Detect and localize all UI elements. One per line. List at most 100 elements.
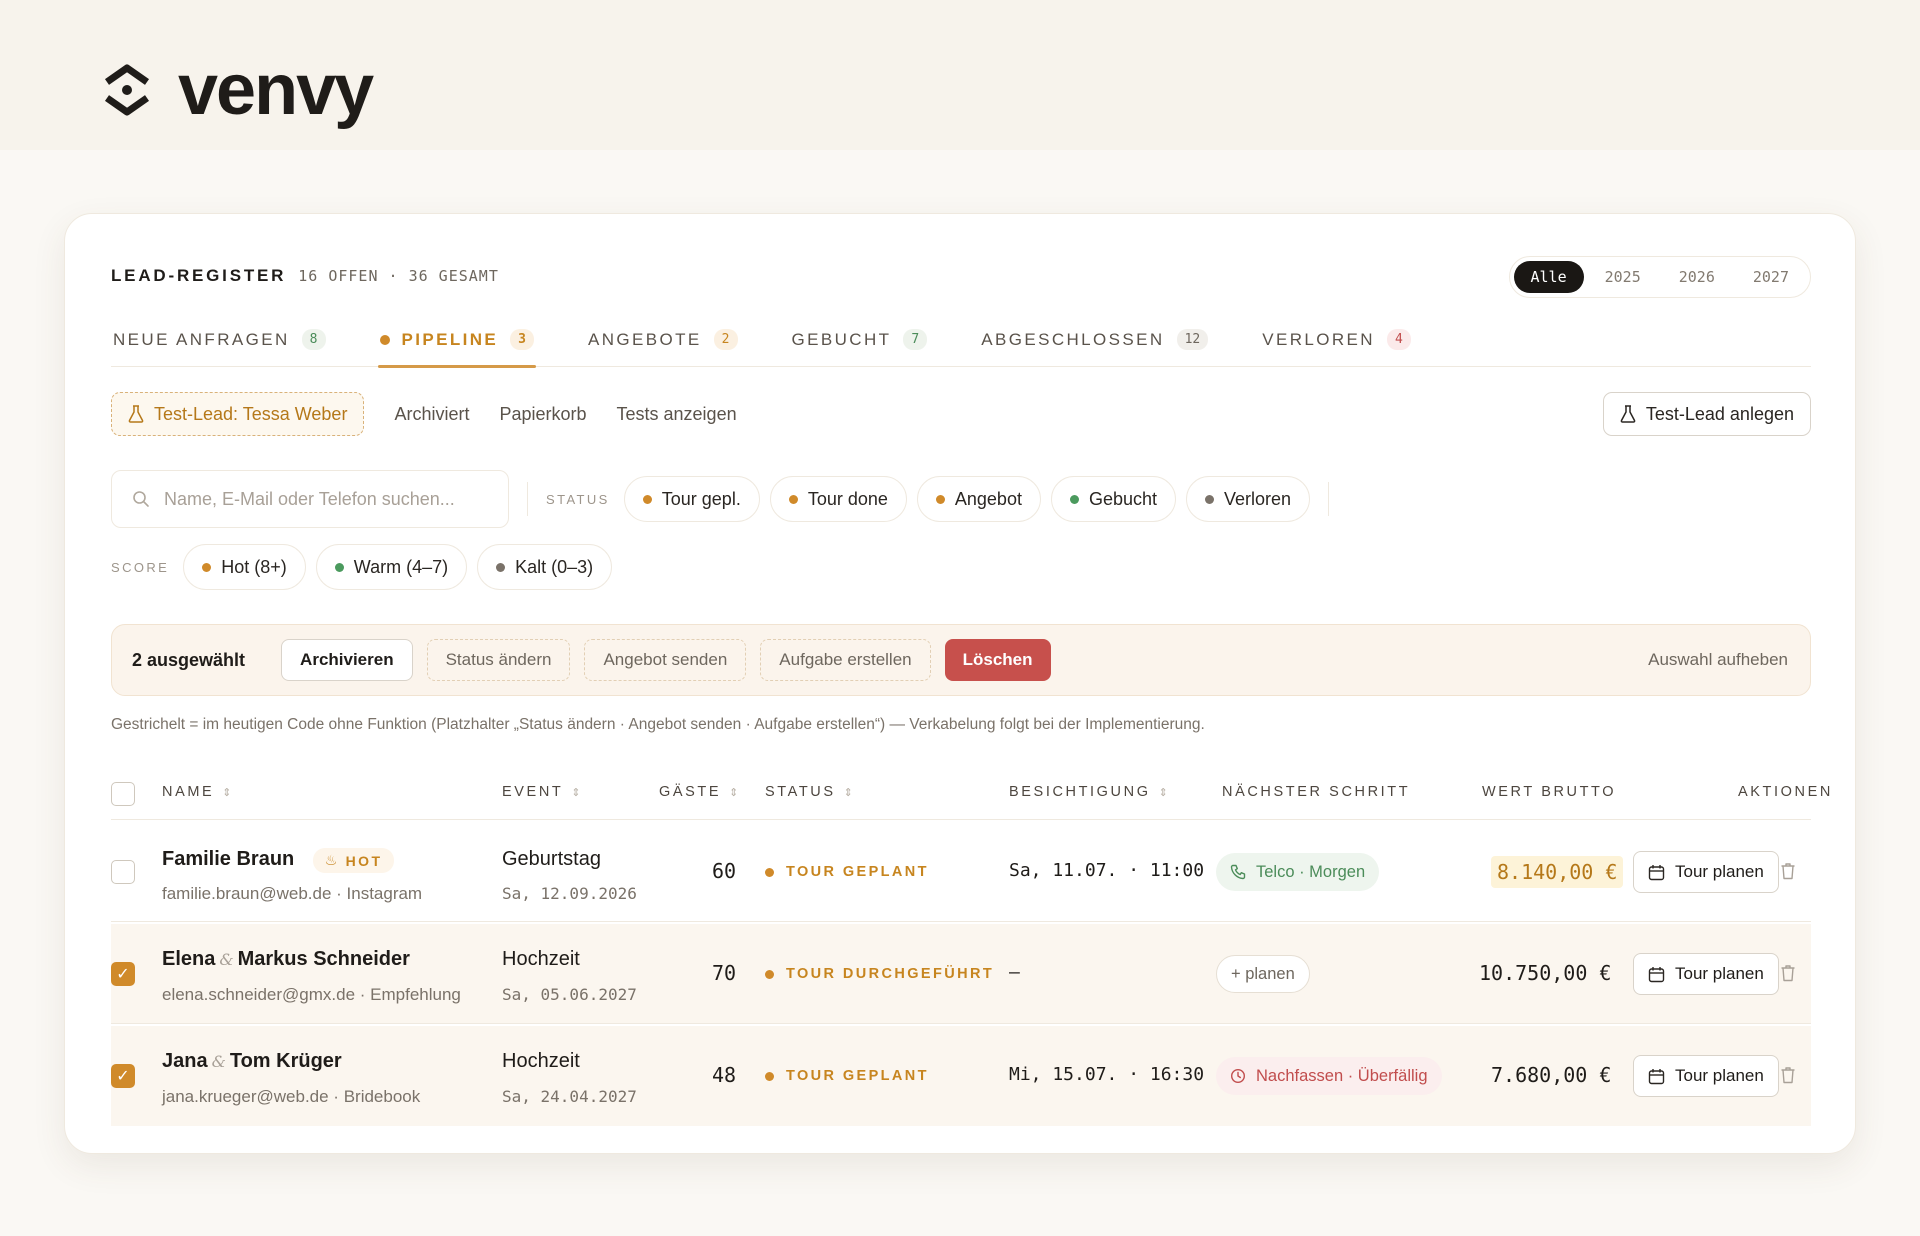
col-guests[interactable]: GÄSTE ⇕ [659, 784, 738, 800]
status-dot-icon [935, 494, 945, 504]
plan-tour-button[interactable]: Tour planen [1633, 953, 1779, 995]
logo[interactable]: venvy [102, 50, 374, 130]
table-row[interactable]: Familie Braun ♨ HOT familie.braun@web.de … [111, 822, 1811, 922]
guest-count: 60 [712, 859, 737, 883]
tab-pipeline[interactable]: PIPELINE 3 [377, 312, 537, 368]
sort-icon: ⇕ [729, 787, 739, 799]
phone-icon [1230, 864, 1246, 880]
create-test-lead-button[interactable]: Test-Lead anlegen [1602, 392, 1811, 436]
col-actions: AKTIONEN [1738, 784, 1833, 800]
lead-contact: familie.braun@web.de · Instagram [162, 884, 423, 903]
year-all[interactable]: Alle [1513, 261, 1584, 293]
clear-selection-link[interactable]: Auswahl aufheben [1648, 650, 1788, 670]
tab-verloren[interactable]: VERLOREN 4 [1260, 312, 1413, 367]
trash-icon[interactable] [1780, 964, 1796, 982]
app-header: venvy [0, 0, 1920, 150]
status-badge: TOUR DURCHGEFÜHRT [765, 966, 994, 982]
tab-count: 7 [903, 329, 928, 350]
pill-label: Verloren [1224, 488, 1292, 509]
score-filter-hot[interactable]: Hot (8+) [183, 544, 306, 590]
placeholder-note: Gestrichelt = im heutigen Code ohne Funk… [111, 716, 1205, 733]
next-step-chip[interactable]: Nachfassen · Überfällig [1216, 1057, 1442, 1095]
tab-abgeschlossen[interactable]: ABGESCHLOSSEN 12 [979, 312, 1210, 367]
venvy-logo-icon [104, 64, 150, 116]
pill-label: Kalt (0–3) [515, 556, 594, 577]
ampersand: & [219, 950, 234, 969]
delete-button[interactable]: Löschen [944, 639, 1051, 681]
lead-name-partner: Tom Krüger [229, 1050, 342, 1072]
search-input[interactable]: Name, E-Mail oder Telefon suchen... [111, 470, 509, 528]
link-archiviert[interactable]: Archiviert [394, 404, 469, 425]
app-name: venvy [178, 50, 374, 130]
next-step-chip[interactable]: Telco · Morgen [1216, 853, 1380, 891]
year-2027[interactable]: 2027 [1736, 261, 1806, 293]
status-dot-icon [765, 867, 774, 877]
tab-angebote[interactable]: ANGEBOTE 2 [586, 312, 740, 367]
col-name[interactable]: NAME ⇕ [162, 784, 232, 800]
trash-icon[interactable] [1780, 1066, 1796, 1084]
tab-label: NEUE ANFRAGEN [113, 329, 290, 349]
col-event[interactable]: EVENT ⇕ [502, 784, 581, 800]
test-lead-chip[interactable]: Test-Lead: Tessa Weber [111, 392, 365, 436]
score-filter-warm[interactable]: Warm (4–7) [315, 544, 468, 590]
year-2025[interactable]: 2025 [1588, 261, 1658, 293]
year-2026[interactable]: 2026 [1662, 261, 1732, 293]
search-icon [133, 491, 149, 507]
status-label: TOUR DURCHGEFÜHRT [786, 966, 995, 982]
viewing-date: Mi, 15.07. · 16:30 [1009, 1064, 1205, 1085]
divider [527, 482, 528, 516]
table-row[interactable]: ✓ Elena & Markus Schneider elena.schneider… [111, 924, 1811, 1024]
send-offer-button[interactable]: Angebot senden [584, 639, 747, 681]
active-dot-icon [379, 334, 390, 345]
tab-label: ABGESCHLOSSEN [981, 329, 1165, 349]
status-label: TOUR GEPLANT [786, 864, 929, 880]
status-label: TOUR GEPLANT [786, 1068, 929, 1084]
year-filter: Alle 2025 2026 2027 [1508, 256, 1811, 298]
tab-neue-anfragen[interactable]: NEUE ANFRAGEN 8 [111, 312, 328, 367]
row-checkbox[interactable] [111, 860, 135, 884]
score-filter-kalt[interactable]: Kalt (0–3) [477, 544, 613, 590]
col-label: EVENT [502, 784, 564, 800]
archive-button[interactable]: Archivieren [281, 639, 413, 681]
calendar-icon [1648, 1068, 1665, 1084]
score-dot-icon [496, 562, 506, 572]
viewing-date: Sa, 11.07. · 11:00 [1009, 860, 1205, 881]
plan-tour-button[interactable]: Tour planen [1633, 851, 1779, 893]
tab-gebucht[interactable]: GEBUCHT 7 [790, 312, 930, 367]
select-all-checkbox[interactable] [111, 782, 135, 806]
link-papierkorb[interactable]: Papierkorb [499, 404, 586, 425]
flame-icon: ♨ [324, 852, 340, 869]
calendar-icon [1648, 966, 1665, 982]
status-badge: TOUR GEPLANT [765, 864, 929, 880]
col-value: WERT BRUTTO [1482, 784, 1617, 800]
link-tests-anzeigen[interactable]: Tests anzeigen [617, 404, 737, 425]
trash-icon[interactable] [1780, 862, 1796, 880]
ampersand: & [211, 1052, 226, 1071]
tab-label: GEBUCHT [791, 329, 892, 349]
status-filter-verloren[interactable]: Verloren [1186, 476, 1311, 522]
status-filter-tour-geplant[interactable]: Tour gepl. [623, 476, 760, 522]
status-filter-tour-done[interactable]: Tour done [769, 476, 907, 522]
search-placeholder: Name, E-Mail oder Telefon suchen... [164, 488, 455, 509]
action-label: Tour planen [1675, 862, 1764, 881]
test-lead-label: Test-Lead: Tessa Weber [154, 403, 348, 424]
table-row[interactable]: ✓ Jana & Tom Krüger jana.krueger@web.de · … [111, 1026, 1811, 1126]
calendar-icon [1648, 864, 1665, 880]
tab-count: 4 [1386, 329, 1411, 350]
status-filter-gebucht[interactable]: Gebucht [1050, 476, 1176, 522]
hot-badge: ♨ HOT [312, 848, 395, 874]
plan-next-step-button[interactable]: + planen [1216, 955, 1310, 993]
row-checkbox-checked[interactable]: ✓ [111, 1064, 135, 1088]
flask-icon [1620, 405, 1636, 423]
pill-label: Warm (4–7) [353, 556, 449, 577]
create-task-button[interactable]: Aufgabe erstellen [760, 639, 931, 681]
sort-icon: ⇕ [843, 787, 853, 799]
col-viewing[interactable]: BESICHTIGUNG ⇕ [1009, 784, 1168, 800]
col-next-step: NÄCHSTER SCHRITT [1222, 784, 1411, 800]
change-status-button[interactable]: Status ändern [426, 639, 571, 681]
row-checkbox-checked[interactable]: ✓ [111, 962, 135, 986]
col-status[interactable]: STATUS ⇕ [765, 784, 853, 800]
status-filter-angebot[interactable]: Angebot [916, 476, 1041, 522]
guest-count: 70 [712, 961, 737, 985]
plan-tour-button[interactable]: Tour planen [1633, 1055, 1779, 1097]
